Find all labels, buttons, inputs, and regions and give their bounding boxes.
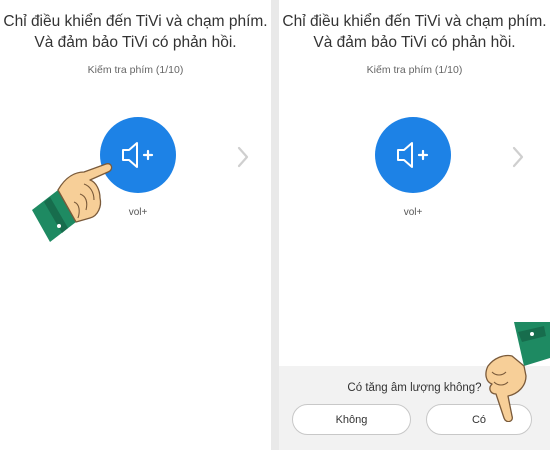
key-check-counter: Kiếm tra phím (1/10) xyxy=(366,64,463,76)
instruction-line-1: Chỉ điều khiển đến TiVi và chạm phím. xyxy=(282,13,547,30)
screen-right: Chỉ điều khiển đến TiVi và chạm phím. Và… xyxy=(279,0,550,450)
key-label: vol+ xyxy=(128,207,148,218)
instruction-line-1: Chỉ điều khiển đến TiVi và chạm phím. xyxy=(3,13,268,30)
instruction-line-2: Và đảm bảo TiVi có phản hồi. xyxy=(313,34,516,51)
vol-up-button[interactable] xyxy=(375,117,451,193)
volume-up-icon xyxy=(122,142,154,168)
instruction-text: Chỉ điều khiển đến TiVi và chạm phím. Và… xyxy=(279,11,550,53)
instruction-line-2: Và đảm bảo TiVi có phản hồi. xyxy=(34,34,237,51)
vol-up-button[interactable] xyxy=(100,117,176,193)
confirm-dialog: Có tăng âm lượng không? Không Có xyxy=(279,366,550,450)
volume-up-icon xyxy=(397,142,429,168)
chevron-right-icon[interactable] xyxy=(511,146,525,168)
chevron-right-icon[interactable] xyxy=(236,146,250,168)
instruction-text: Chỉ điều khiển đến TiVi và chạm phím. Và… xyxy=(0,11,271,53)
key-check-counter: Kiếm tra phím (1/10) xyxy=(87,64,184,76)
screen-left: Chỉ điều khiển đến TiVi và chạm phím. Và… xyxy=(0,0,271,450)
no-button[interactable]: Không xyxy=(292,404,411,435)
dialog-question: Có tăng âm lượng không? xyxy=(347,382,482,394)
key-label: vol+ xyxy=(403,207,423,218)
yes-button[interactable]: Có xyxy=(426,404,532,435)
